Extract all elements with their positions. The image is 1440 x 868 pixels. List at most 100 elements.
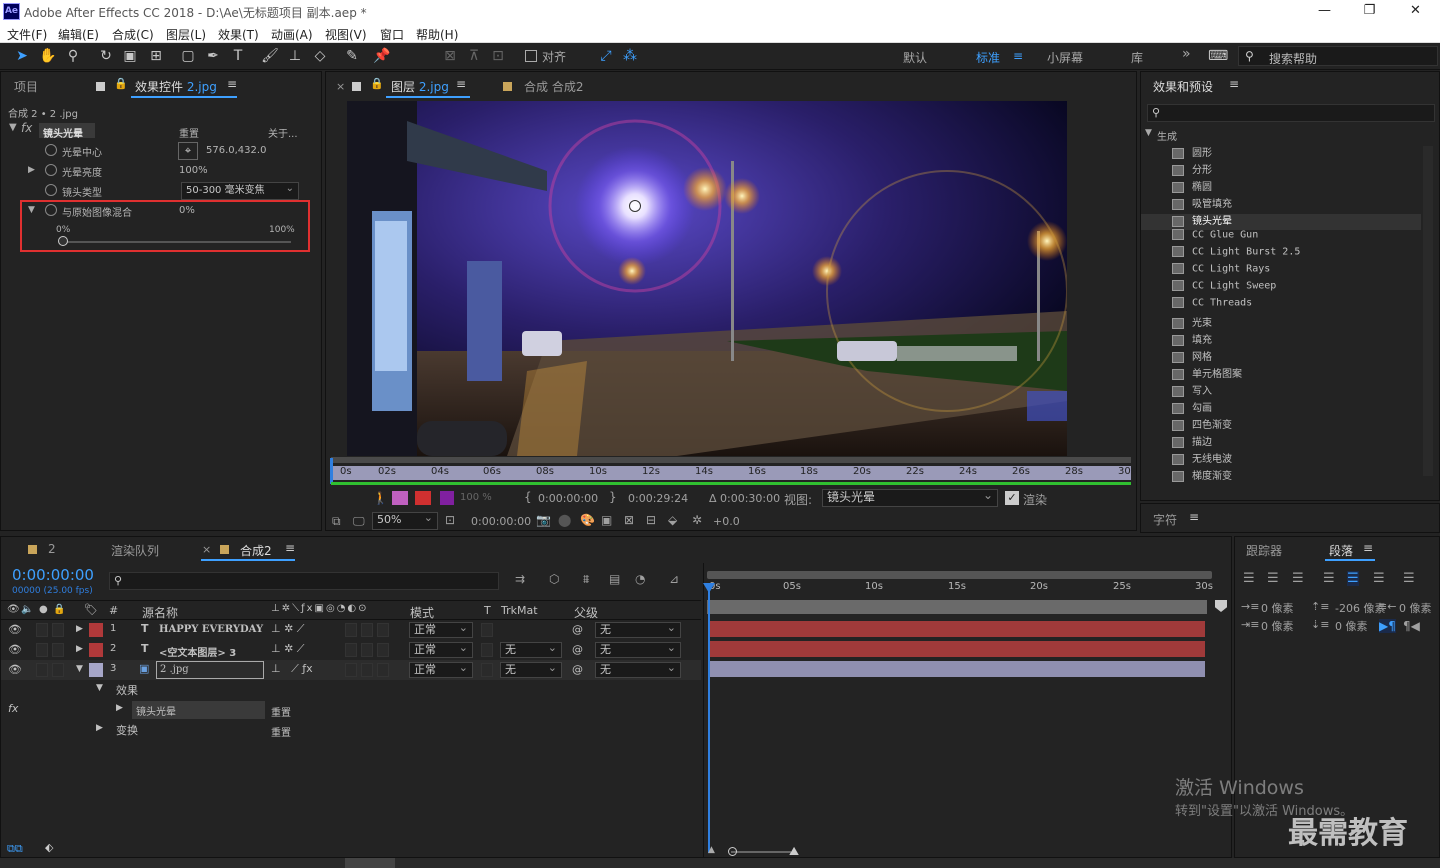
parent-dropdown[interactable]: 无 — [595, 621, 681, 638]
effect-reset-link[interactable]: 重置 — [271, 704, 291, 719]
justify-left-icon[interactable]: ☰ — [1323, 571, 1335, 586]
effect-item[interactable]: 吸管填充 — [1172, 195, 1232, 210]
brush-tool-icon[interactable]: 🖌 — [260, 46, 280, 66]
parent-dropdown[interactable]: 无 — [595, 641, 681, 658]
out-time[interactable]: 0:00:29:24 — [628, 492, 688, 505]
render-mode-icon[interactable] — [415, 491, 431, 505]
first-line-indent-value[interactable]: 0 像素 — [1261, 618, 1294, 634]
collapse-arrow-icon[interactable]: ▼ — [76, 664, 83, 674]
layer-bar-2[interactable] — [709, 641, 1205, 657]
axis-view-icon[interactable]: ⊡ — [488, 46, 508, 66]
motion-blur-icon[interactable]: ◔ — [635, 572, 645, 586]
snap-feature-icon[interactable]: ⁂ — [620, 46, 640, 66]
snapshot-icon[interactable]: 📷 — [536, 513, 551, 527]
effect-item[interactable]: CC Light Rays — [1172, 263, 1270, 275]
snap-edge-icon[interactable]: ⤢ — [596, 46, 616, 66]
pick-whip-icon[interactable]: @ — [572, 623, 583, 636]
menu-view[interactable]: 视图(V) — [325, 26, 367, 43]
viewer-image[interactable] — [347, 101, 1067, 456]
parent-dropdown[interactable]: 无 — [595, 661, 681, 678]
effect-item[interactable]: 写入 — [1172, 382, 1212, 397]
align-left-icon[interactable]: ☰ — [1243, 571, 1255, 586]
brightness-expand-arrow[interactable]: ▶ — [28, 165, 35, 175]
rtl-direction-icon[interactable]: ¶◀ — [1403, 619, 1420, 633]
transform-row[interactable]: ▶ 变换 重置 — [1, 720, 701, 740]
label-color-swatch[interactable] — [89, 623, 103, 637]
effect-item[interactable]: 椭圆 — [1172, 178, 1212, 193]
label-color-swatch[interactable] — [89, 643, 103, 657]
workspace-menu-icon[interactable]: ≡ — [1013, 49, 1023, 63]
workspace-library[interactable]: 库 — [1131, 49, 1143, 66]
effect-item[interactable]: CC Threads — [1172, 297, 1252, 309]
indent-left-value[interactable]: 0 像素 — [1261, 600, 1294, 616]
ltr-direction-icon[interactable]: ▶¶ — [1379, 619, 1396, 633]
eye-icon[interactable]: 👁 — [8, 663, 22, 676]
solo-switch[interactable] — [36, 623, 48, 637]
comp-mini-flowchart-icon[interactable]: ⇉ — [515, 572, 525, 586]
align-center-icon[interactable]: ☰ — [1267, 571, 1279, 586]
tab-effect-controls[interactable]: 效果控件 2.jpg — [135, 78, 217, 95]
switch-box[interactable] — [361, 663, 373, 677]
workspace-small-screen[interactable]: 小屏幕 — [1047, 49, 1083, 66]
rotate-tool-icon[interactable]: ↻ — [96, 46, 116, 66]
menu-layer[interactable]: 图层(L) — [166, 26, 206, 43]
zoom-dropdown[interactable]: 50% — [372, 511, 438, 530]
lock-switch[interactable] — [52, 623, 64, 637]
effect-item[interactable]: 分形 — [1172, 161, 1212, 176]
always-preview-icon[interactable]: ⧉ — [332, 514, 341, 529]
close-tab-icon[interactable]: × — [336, 80, 345, 93]
time-navigator[interactable] — [707, 571, 1212, 579]
mode-dropdown[interactable]: 正常 — [409, 661, 473, 678]
tab-project[interactable]: 项目 — [14, 78, 38, 95]
layer-bar-3[interactable] — [709, 661, 1205, 677]
menu-animation[interactable]: 动画(A) — [271, 26, 313, 43]
expand-arrow-icon[interactable]: ▶ — [96, 723, 103, 733]
effect-about-button[interactable]: 关于... — [268, 125, 298, 140]
effect-item[interactable]: 四色渐变 — [1172, 416, 1232, 431]
region-of-interest-icon[interactable]: ⊡ — [445, 513, 455, 527]
layer-name[interactable]: <空文本图层> 3 — [159, 644, 236, 659]
trkmat-dropdown[interactable]: 无 — [500, 641, 562, 658]
zoom-in-icon[interactable]: ⛰ — [789, 844, 799, 859]
restore-icon[interactable]: ❐ — [1347, 1, 1392, 23]
alpha-icon[interactable]: 🚶 — [373, 491, 388, 505]
sync-settings-icon[interactable]: ⌨ — [1208, 46, 1228, 66]
preserve-transparency-box[interactable] — [481, 663, 493, 677]
viewer-playhead[interactable] — [330, 458, 333, 484]
monitor-icon[interactable]: 🖵 — [353, 514, 365, 529]
pick-whip-icon[interactable]: @ — [572, 663, 583, 676]
switch-box[interactable] — [361, 643, 373, 657]
help-search-box[interactable]: ⚲ 搜索帮助 — [1238, 46, 1438, 66]
exposure-value[interactable]: +0.0 — [713, 515, 740, 528]
stopwatch-icon[interactable] — [45, 144, 57, 156]
solo-switch[interactable] — [36, 643, 48, 657]
space-after-value[interactable]: 0 像素 — [1335, 618, 1368, 634]
effects-search-input[interactable]: ⚲ — [1147, 104, 1435, 122]
close-icon[interactable]: ✕ — [1393, 1, 1438, 23]
lock-switch[interactable] — [52, 663, 64, 677]
stopwatch-icon[interactable] — [45, 204, 57, 216]
effect-item[interactable]: 网格 — [1172, 348, 1212, 363]
axis-local-icon[interactable]: ⊠ — [440, 46, 460, 66]
category-expand-arrow[interactable]: ▼ — [1145, 128, 1152, 138]
effect-row[interactable]: fx ▶ 镜头光晕 重置 — [1, 700, 701, 720]
eraser-tool-icon[interactable]: ◇ — [310, 46, 330, 66]
switch-box[interactable] — [377, 623, 389, 637]
hand-tool-icon[interactable]: ✋ — [38, 46, 58, 66]
shy-layers-icon[interactable]: ⩩ — [583, 572, 589, 587]
justify-center-icon[interactable]: ☰ — [1347, 571, 1359, 586]
effect-item-selected[interactable]: 镜头光晕 — [1172, 212, 1232, 227]
effect-item[interactable]: 无线电波 — [1172, 450, 1232, 465]
effects-scrollbar[interactable] — [1423, 146, 1433, 476]
effect-item[interactable]: CC Light Burst 2.5 — [1172, 246, 1300, 258]
mode-dropdown[interactable]: 正常 — [409, 621, 473, 638]
fx-icon[interactable]: fx — [21, 121, 32, 135]
tab-composition[interactable]: 合成 合成2 — [524, 78, 583, 95]
category-generate[interactable]: 生成 — [1157, 128, 1177, 143]
current-time[interactable]: 0:00:00:00 — [471, 515, 531, 528]
axis-world-icon[interactable]: ⊼ — [464, 46, 484, 66]
close-tab-icon[interactable]: × — [202, 543, 211, 556]
comp-button-icon[interactable] — [1215, 600, 1227, 612]
panel-menu-icon[interactable]: ≡ — [227, 77, 237, 91]
clone-stamp-tool-icon[interactable]: ⊥ — [285, 46, 305, 66]
